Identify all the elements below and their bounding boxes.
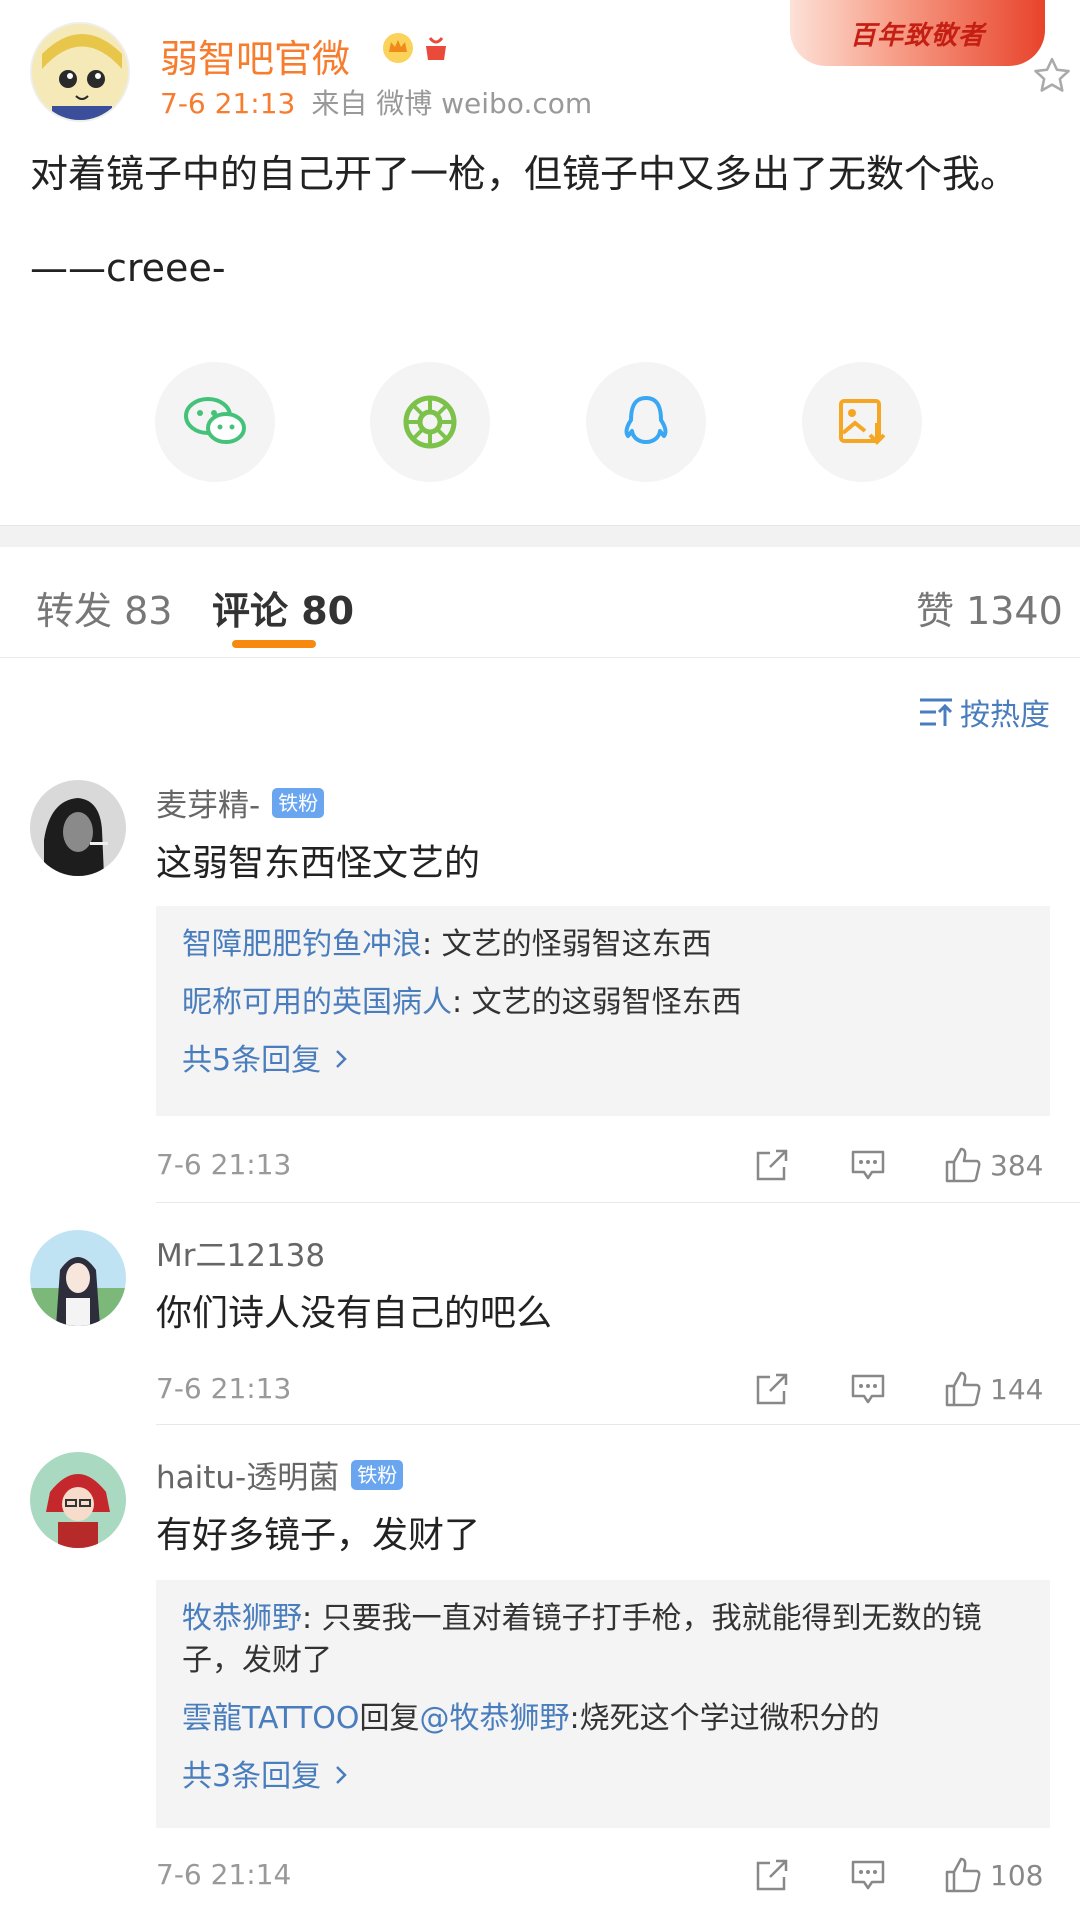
- promo-banner[interactable]: 百年致敬者: [790, 0, 1045, 66]
- author-name[interactable]: 弱智吧官微: [160, 28, 350, 83]
- repost-comment-button[interactable]: [754, 1140, 790, 1190]
- post-source: 来自 微博 weibo.com: [311, 87, 593, 120]
- comment-time: 7-6 21:13: [156, 1148, 292, 1181]
- comment-icon: [851, 1860, 885, 1890]
- repost-comment-button[interactable]: [754, 1364, 790, 1414]
- like-comment-button[interactable]: 384: [944, 1140, 1043, 1190]
- commenter-avatar[interactable]: [30, 1230, 126, 1326]
- commenter-avatar[interactable]: [30, 1452, 126, 1548]
- commenter-name[interactable]: 麦芽精- 铁粉: [156, 780, 325, 825]
- reply-user[interactable]: 昵称可用的英国病人: [182, 985, 452, 1020]
- share-wechat-button[interactable]: [155, 362, 275, 482]
- like-count: 108: [990, 1858, 1044, 1892]
- thumbs-up-icon: [945, 1147, 981, 1183]
- commenter-avatar[interactable]: [30, 780, 126, 876]
- reply-user[interactable]: 智障肥肥钓鱼冲浪: [182, 927, 422, 962]
- moments-icon: [403, 395, 457, 449]
- reply-line: 昵称可用的英国病人: 文艺的这弱智怪东西: [182, 982, 1024, 1024]
- commenter-name-text: Mr二12138: [156, 1238, 326, 1274]
- post-signature: ——creee-: [30, 246, 226, 290]
- section-divider: [0, 525, 1080, 547]
- tab-repost[interactable]: 转发 83: [36, 580, 172, 635]
- promo-banner-text: 百年致敬者: [849, 20, 985, 51]
- gift-badge-icon: [420, 32, 452, 68]
- comment-separator: [156, 1424, 1080, 1425]
- tab-comments[interactable]: 评论 80: [212, 580, 354, 635]
- like-comment-button[interactable]: 108: [944, 1850, 1043, 1900]
- reply-comment-button[interactable]: [850, 1364, 886, 1414]
- post-text: 对着镜子中的自己开了一枪，但镜子中又多出了无数个我。: [30, 152, 1019, 196]
- reply-comment-button[interactable]: [850, 1140, 886, 1190]
- share-out-icon: [756, 1859, 788, 1891]
- post-header: 弱智吧官微 7-6 21:13 来自 微博 weibo.com 百年致敬者: [30, 0, 1070, 122]
- commenter-name[interactable]: Mr二12138: [156, 1230, 325, 1275]
- share-out-icon: [756, 1373, 788, 1405]
- commenter-name-text: 麦芽精-: [156, 788, 261, 824]
- post-meta: 7-6 21:13 来自 微博 weibo.com: [160, 82, 592, 122]
- share-moments-button[interactable]: [370, 362, 490, 482]
- comment-time: 7-6 21:13: [156, 1372, 292, 1405]
- reply-line: 牧恭狮野: 只要我一直对着镜子打手枪，我就能得到无数的镜子，发财了: [182, 1598, 1024, 1682]
- commenter-name-text: haitu-透明菌: [156, 1460, 340, 1496]
- post-time: 7-6 21:13: [160, 87, 296, 120]
- reply-box[interactable]: 智障肥肥钓鱼冲浪: 文艺的怪弱智这东西 昵称可用的英国病人: 文艺的这弱智怪东西…: [156, 906, 1050, 1116]
- author-avatar[interactable]: [30, 22, 130, 122]
- comment-icon: [851, 1150, 885, 1180]
- author-badges: [382, 32, 452, 68]
- qq-icon: [624, 396, 668, 444]
- crown-badge-icon: [382, 32, 414, 68]
- tab-active-indicator: [232, 640, 316, 648]
- comment-footer: 7-6 21:14 108: [156, 1850, 1050, 1900]
- reply-text: : 只要我一直对着镜子打手枪，我就能得到无数的镜子，发财了: [182, 1601, 982, 1678]
- sort-icon: [920, 698, 953, 726]
- repost-comment-button[interactable]: [754, 1850, 790, 1900]
- reply-comment-button[interactable]: [850, 1850, 886, 1900]
- view-all-replies-label: 共3条回复: [182, 1759, 322, 1794]
- comment-footer: 7-6 21:13 384: [156, 1140, 1050, 1190]
- reply-connector: 回复: [359, 1701, 420, 1736]
- reply-text: :烧死这个学过微积分的: [569, 1701, 880, 1736]
- sort-label: 按热度: [960, 698, 1050, 733]
- thumbs-up-icon: [945, 1371, 981, 1407]
- sort-button[interactable]: 按热度: [918, 690, 1050, 734]
- view-all-replies[interactable]: 共3条回复: [182, 1756, 1024, 1798]
- save-image-button[interactable]: [802, 362, 922, 482]
- comment-separator: [156, 1202, 1080, 1203]
- comment-text: 这弱智东西怪文艺的: [156, 843, 481, 884]
- wechat-icon: [184, 397, 246, 444]
- chevron-right-icon: [331, 1043, 351, 1078]
- like-comment-button[interactable]: 144: [944, 1364, 1043, 1414]
- tab-bar: 转发 83 评论 80 赞 1340: [0, 548, 1080, 658]
- favorite-star-icon[interactable]: [1030, 54, 1074, 98]
- comment-text: 有好多镜子，发财了: [156, 1515, 481, 1556]
- chevron-right-icon: [331, 1759, 351, 1794]
- commenter-name[interactable]: haitu-透明菌 铁粉: [156, 1452, 404, 1497]
- reply-line: 雲龍TATTOO回复@牧恭狮野:烧死这个学过微积分的: [182, 1698, 1024, 1740]
- save-image-icon: [839, 399, 886, 445]
- share-qq-button[interactable]: [586, 362, 706, 482]
- comment-time: 7-6 21:14: [156, 1858, 292, 1891]
- comment-text: 你们诗人没有自己的吧么: [156, 1293, 553, 1334]
- reply-user[interactable]: 牧恭狮野: [182, 1601, 302, 1636]
- like-count: 144: [990, 1372, 1044, 1406]
- thumbs-up-icon: [945, 1857, 981, 1893]
- mention-user[interactable]: @牧恭狮野: [420, 1701, 570, 1736]
- like-count: 384: [990, 1148, 1044, 1182]
- share-out-icon: [756, 1149, 788, 1181]
- share-row: [0, 362, 1080, 482]
- fan-badge: 铁粉: [351, 1459, 404, 1490]
- view-all-replies-label: 共5条回复: [182, 1043, 322, 1078]
- reply-text: : 文艺的这弱智怪东西: [452, 985, 742, 1020]
- reply-user[interactable]: 雲龍TATTOO: [182, 1701, 360, 1736]
- comment-footer: 7-6 21:13 144: [156, 1364, 1050, 1414]
- tab-likes[interactable]: 赞 1340: [916, 580, 1063, 635]
- fan-badge: 铁粉: [272, 787, 325, 818]
- reply-box[interactable]: 牧恭狮野: 只要我一直对着镜子打手枪，我就能得到无数的镜子，发财了 雲龍TATT…: [156, 1580, 1050, 1828]
- comment-icon: [851, 1374, 885, 1404]
- reply-text: : 文艺的怪弱智这东西: [422, 927, 712, 962]
- reply-line: 智障肥肥钓鱼冲浪: 文艺的怪弱智这东西: [182, 924, 1024, 966]
- view-all-replies[interactable]: 共5条回复: [182, 1040, 1024, 1082]
